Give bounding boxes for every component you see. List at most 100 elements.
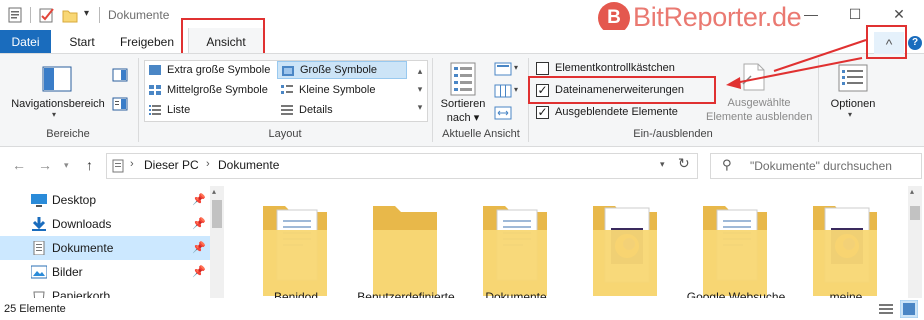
explorer-app-icon[interactable] bbox=[8, 7, 22, 23]
highlight-ansicht-tab bbox=[181, 18, 265, 55]
layout-item-label: Liste bbox=[167, 104, 191, 116]
maximize-button[interactable]: ☐ bbox=[842, 4, 868, 24]
navigationsbereich-dropdown-icon[interactable]: ▾ bbox=[52, 110, 56, 119]
folder-item[interactable]: meine bbox=[796, 186, 896, 304]
layout-details[interactable]: Details bbox=[277, 101, 407, 119]
documents-location-icon bbox=[112, 159, 124, 173]
pin-icon[interactable]: 📌 bbox=[192, 236, 206, 260]
label-elementkontrollkaestchen[interactable]: Elementkontrollkästchen bbox=[555, 62, 675, 74]
breadcrumb-dokumente[interactable]: Dokumente bbox=[218, 158, 279, 172]
group-separator bbox=[432, 58, 433, 142]
nav-item-label: Bilder bbox=[52, 265, 83, 279]
medium-icons-icon bbox=[149, 85, 161, 95]
document-icon bbox=[33, 241, 45, 255]
content-scroll-thumb[interactable] bbox=[910, 206, 920, 220]
large-icons-icon bbox=[282, 66, 294, 76]
breadcrumb-dieser-pc[interactable]: Dieser PC bbox=[144, 158, 199, 172]
tab-start[interactable]: Start bbox=[60, 30, 104, 54]
layout-large-icons[interactable]: Große Symbole bbox=[277, 61, 407, 79]
options-button[interactable]: Optionen bbox=[822, 98, 884, 110]
folder-item[interactable] bbox=[576, 186, 676, 298]
sort-by-icon[interactable] bbox=[450, 62, 476, 96]
empty-folder-icon bbox=[373, 206, 437, 296]
pin-icon[interactable]: 📌 bbox=[192, 212, 206, 236]
folder-with-documents-icon bbox=[483, 206, 547, 296]
nav-item-papierkorb[interactable]: Papierkorb bbox=[0, 284, 210, 298]
navigation-pane-icon[interactable] bbox=[42, 66, 72, 92]
quick-access-dropdown-icon[interactable]: ▾ bbox=[84, 8, 89, 19]
minimize-button[interactable]: — bbox=[798, 4, 824, 24]
preview-pane-icon[interactable] bbox=[112, 68, 128, 82]
layout-item-label: Große Symbole bbox=[300, 64, 378, 76]
sort-by-label[interactable]: Sortieren bbox=[436, 98, 490, 110]
back-arrow-icon[interactable]: ← bbox=[12, 157, 26, 173]
layout-extra-large-icons[interactable]: Extra große Symbole bbox=[145, 61, 275, 79]
new-folder-icon[interactable] bbox=[62, 7, 78, 23]
search-icon: ⚲ bbox=[722, 157, 732, 172]
hide-selected-line2[interactable]: Elemente ausblenden bbox=[706, 110, 812, 124]
help-icon[interactable]: ? bbox=[908, 36, 922, 50]
folder-item[interactable]: Benutzerdefinierte bbox=[356, 186, 456, 304]
size-columns-icon[interactable] bbox=[494, 106, 512, 120]
large-icons-view-toggle-icon[interactable] bbox=[900, 300, 918, 318]
properties-checkmark-icon[interactable] bbox=[39, 7, 55, 23]
details-view-toggle-icon[interactable] bbox=[878, 302, 894, 316]
pin-icon[interactable]: 📌 bbox=[192, 188, 206, 212]
recent-locations-chevron-icon[interactable]: ▾ bbox=[64, 160, 69, 171]
breadcrumb-chevron-icon[interactable]: › bbox=[130, 158, 134, 170]
checkbox-ausgeblendete-elemente[interactable]: ✓ bbox=[536, 106, 549, 119]
scroll-up-icon[interactable]: ▴ bbox=[212, 187, 216, 196]
refresh-icon[interactable]: ↻ bbox=[678, 155, 690, 172]
nav-item-desktop[interactable]: Desktop 📌 bbox=[0, 188, 210, 212]
details-view-icon bbox=[281, 105, 293, 115]
titlebar-separator-2 bbox=[99, 7, 100, 23]
search-placeholder: "Dokumente" durchsuchen bbox=[750, 159, 892, 173]
add-columns-icon[interactable] bbox=[494, 84, 512, 98]
content-scroll-up-icon[interactable]: ▴ bbox=[910, 187, 914, 196]
sort-by-label-2[interactable]: nach ▾ bbox=[436, 111, 490, 124]
nav-item-downloads[interactable]: Downloads 📌 bbox=[0, 212, 210, 236]
pin-icon[interactable]: 📌 bbox=[192, 260, 206, 284]
folder-item[interactable]: Google Websuche bbox=[686, 186, 786, 304]
folder-item[interactable]: Benjdod bbox=[246, 186, 346, 304]
desktop-icon bbox=[31, 194, 47, 207]
extra-large-icons-icon bbox=[149, 65, 161, 75]
checkbox-elementkontrollkaestchen[interactable] bbox=[536, 62, 549, 75]
group-label-aktuelle-ansicht: Aktuelle Ansicht bbox=[442, 128, 520, 140]
nav-item-bilder[interactable]: Bilder 📌 bbox=[0, 260, 210, 284]
nav-item-label: Desktop bbox=[52, 193, 97, 207]
breadcrumb-chevron-icon-2[interactable]: › bbox=[206, 158, 210, 170]
layout-medium-icons[interactable]: Mittelgroße Symbole bbox=[145, 81, 275, 99]
group-by-icon[interactable] bbox=[494, 62, 512, 76]
recycle-bin-icon bbox=[33, 291, 45, 298]
sort-by-label-line2: nach bbox=[446, 112, 471, 124]
add-columns-dropdown-icon[interactable]: ▾ bbox=[514, 85, 518, 94]
window-title: Dokumente bbox=[108, 8, 170, 22]
group-by-dropdown-icon[interactable]: ▾ bbox=[514, 63, 518, 72]
status-bar bbox=[0, 298, 924, 320]
tab-freigeben[interactable]: Freigeben bbox=[114, 30, 180, 54]
address-history-chevron-icon[interactable]: ▾ bbox=[660, 159, 665, 170]
details-pane-icon[interactable] bbox=[112, 97, 128, 111]
tab-datei[interactable]: Datei bbox=[0, 30, 51, 54]
up-arrow-icon[interactable]: ↑ bbox=[86, 157, 93, 173]
options-dropdown-icon[interactable]: ▾ bbox=[848, 110, 852, 119]
close-button[interactable]: ✕ bbox=[886, 4, 912, 24]
download-arrow-icon bbox=[32, 217, 46, 231]
folder-with-documents-icon bbox=[263, 206, 327, 296]
layout-list[interactable]: Liste bbox=[145, 101, 275, 119]
navigationsbereich-button[interactable]: Navigationsbereich bbox=[8, 98, 108, 110]
hide-selected-items-icon[interactable] bbox=[740, 62, 768, 92]
label-ausgeblendete-elemente[interactable]: Ausgeblendete Elemente bbox=[555, 106, 678, 118]
hide-selected-line1[interactable]: Ausgewählte bbox=[706, 96, 812, 110]
nav-item-dokumente[interactable]: Dokumente 📌 bbox=[0, 236, 210, 260]
options-icon[interactable] bbox=[838, 64, 868, 92]
layout-gallery-scroll-icons[interactable]: ▴ ▾ ▾ bbox=[414, 62, 426, 116]
layout-small-icons[interactable]: Kleine Symbole bbox=[277, 81, 407, 99]
group-label-bereiche: Bereiche bbox=[46, 128, 90, 140]
nav-pane-scroll-thumb[interactable] bbox=[212, 200, 222, 228]
content-scrollbar[interactable] bbox=[908, 186, 922, 298]
forward-arrow-icon[interactable]: → bbox=[38, 157, 52, 173]
group-label-layout: Layout bbox=[268, 128, 302, 140]
folder-item[interactable]: Dokumente bbox=[466, 186, 566, 304]
